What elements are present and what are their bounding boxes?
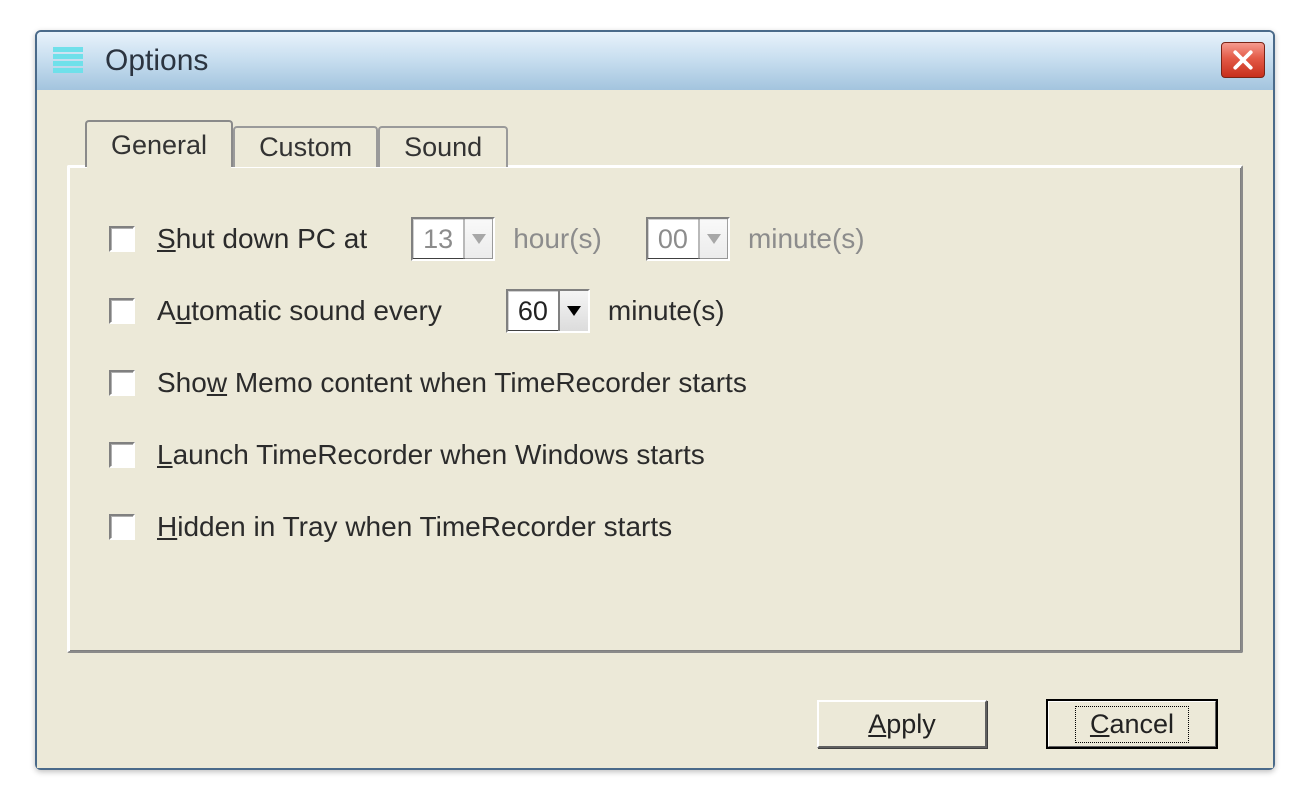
row-showmemo: Show Memo content when TimeRecorder star…	[109, 347, 1201, 419]
tab-general[interactable]: General	[85, 120, 233, 167]
label-minute-unit: minute(s)	[748, 223, 865, 255]
label-interval-unit: minute(s)	[608, 295, 725, 327]
row-hidden: Hidden in Tray when TimeRecorder starts	[109, 491, 1201, 563]
options-dialog: Options General Custom Sound Shut down P…	[35, 30, 1275, 770]
row-launch: Launch TimeRecorder when Windows starts	[109, 419, 1201, 491]
combo-shutdown-hour[interactable]: 13	[411, 217, 495, 261]
dialog-button-row: Apply Cancel	[817, 700, 1217, 748]
checkbox-autosound[interactable]	[109, 298, 135, 324]
checkbox-shutdown[interactable]	[109, 226, 135, 252]
combo-shutdown-minute-value: 00	[648, 224, 698, 255]
close-button[interactable]	[1221, 42, 1265, 78]
tab-custom[interactable]: Custom	[233, 126, 378, 167]
combo-autosound-interval[interactable]: 60	[506, 289, 590, 333]
tab-strip: General Custom Sound	[85, 120, 1243, 167]
apply-button[interactable]: Apply	[817, 700, 987, 748]
checkbox-hidden[interactable]	[109, 514, 135, 540]
label-hidden: Hidden in Tray when TimeRecorder starts	[157, 511, 672, 543]
chevron-down-icon	[463, 219, 493, 259]
label-hour-unit: hour(s)	[513, 223, 602, 255]
row-shutdown: Shut down PC at 13 hour(s) 00 minute(s)	[109, 203, 1201, 275]
combo-autosound-interval-value: 60	[508, 296, 558, 327]
close-icon	[1232, 49, 1254, 71]
titlebar[interactable]: Options	[37, 32, 1273, 90]
chevron-down-icon	[698, 219, 728, 259]
combo-shutdown-minute[interactable]: 00	[646, 217, 730, 261]
app-icon	[51, 44, 85, 78]
checkbox-launch[interactable]	[109, 442, 135, 468]
window-title: Options	[105, 44, 208, 78]
label-launch: Launch TimeRecorder when Windows starts	[157, 439, 705, 471]
label-shutdown: Shut down PC at	[157, 223, 367, 255]
row-autosound: Automatic sound every 60 minute(s)	[109, 275, 1201, 347]
label-showmemo: Show Memo content when TimeRecorder star…	[157, 367, 747, 399]
label-autosound: Automatic sound every	[157, 295, 442, 327]
chevron-down-icon	[558, 291, 588, 331]
checkbox-showmemo[interactable]	[109, 370, 135, 396]
cancel-button[interactable]: Cancel	[1047, 700, 1217, 748]
tab-sound[interactable]: Sound	[378, 126, 508, 167]
tab-panel-general: Shut down PC at 13 hour(s) 00 minute(s)	[67, 165, 1243, 653]
client-area: General Custom Sound Shut down PC at 13 …	[37, 90, 1273, 768]
combo-shutdown-hour-value: 13	[413, 224, 463, 255]
